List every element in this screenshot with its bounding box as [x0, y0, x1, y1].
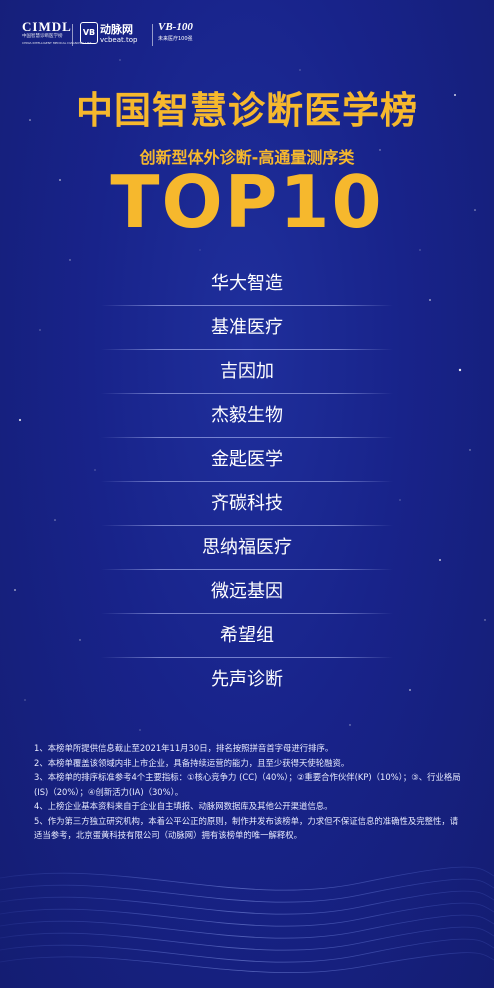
footnote: 1、本榜单所提供信息截止至2021年11月30日，排名按照拼音首字母进行排序。: [34, 743, 334, 753]
list-item: 华大智造: [101, 262, 393, 306]
logo-divider: [152, 24, 153, 46]
company-name: 微远基因: [211, 581, 283, 602]
footnote: 4、上榜企业基本资料来自于企业自主填报、动脉网数据库及其他公开渠道信息。: [34, 801, 333, 811]
footnote: 2、本榜单覆盖该领域内非上市企业，具备持续运营的能力，且至少获得天使轮融资。: [34, 757, 350, 768]
vcbeat-url: vcbeat.top: [100, 36, 138, 44]
vb100-logo-subtitle: 未来医疗100强: [158, 36, 193, 42]
header-logos: CIMDL 中国智慧诊断医学榜 CHINA INTELLIGENT MEDICA…: [22, 20, 222, 50]
company-name: 思纳福医疗: [202, 537, 292, 558]
company-name: 华大智造: [211, 273, 283, 294]
list-item: 齐碳科技: [101, 482, 393, 526]
decorative-waves: [0, 866, 494, 974]
company-name: 先声诊断: [211, 669, 283, 690]
list-item: 吉因加: [101, 350, 393, 394]
company-name: 基准医疗: [211, 317, 283, 338]
list-item: 杰毅生物: [101, 394, 393, 438]
vcbeat-badge-icon: VB: [80, 22, 98, 44]
company-name: 吉因加: [220, 361, 274, 382]
rank-label: TOP10: [110, 160, 384, 244]
vcbeat-name: 动脉网: [100, 23, 133, 36]
vb100-logo: VB-100 未来医疗100强: [158, 20, 218, 50]
list-item: 希望组: [101, 614, 393, 658]
footnote: 3、本榜单的排序标准参考4个主要指标：①核心竞争力 (CC)（40%）；②重要合…: [34, 772, 461, 797]
vb100-logo-text: VB-100: [158, 21, 193, 33]
company-name: 齐碳科技: [211, 493, 283, 514]
page-title: 中国智慧诊断医学榜: [76, 89, 418, 132]
list-item: 思纳福医疗: [101, 526, 393, 570]
company-list: 华大智造 基准医疗 吉因加 杰毅生物 金匙医学 齐碳科技 思纳福医疗 微远基因 …: [101, 262, 393, 702]
footnotes: 1、本榜单所提供信息截止至2021年11月30日，排名按照拼音首字母进行排序。 …: [34, 741, 462, 843]
list-item: 金匙医学: [101, 438, 393, 482]
list-item: 基准医疗: [101, 306, 393, 350]
logo-divider: [72, 24, 73, 46]
list-item: 先声诊断: [101, 658, 393, 702]
vcbeat-logo: VB 动脉网 vcbeat.top: [80, 20, 148, 50]
list-item: 微远基因: [101, 570, 393, 614]
company-name: 金匙医学: [211, 449, 283, 470]
company-name: 希望组: [220, 625, 274, 646]
company-name: 杰毅生物: [211, 405, 283, 426]
